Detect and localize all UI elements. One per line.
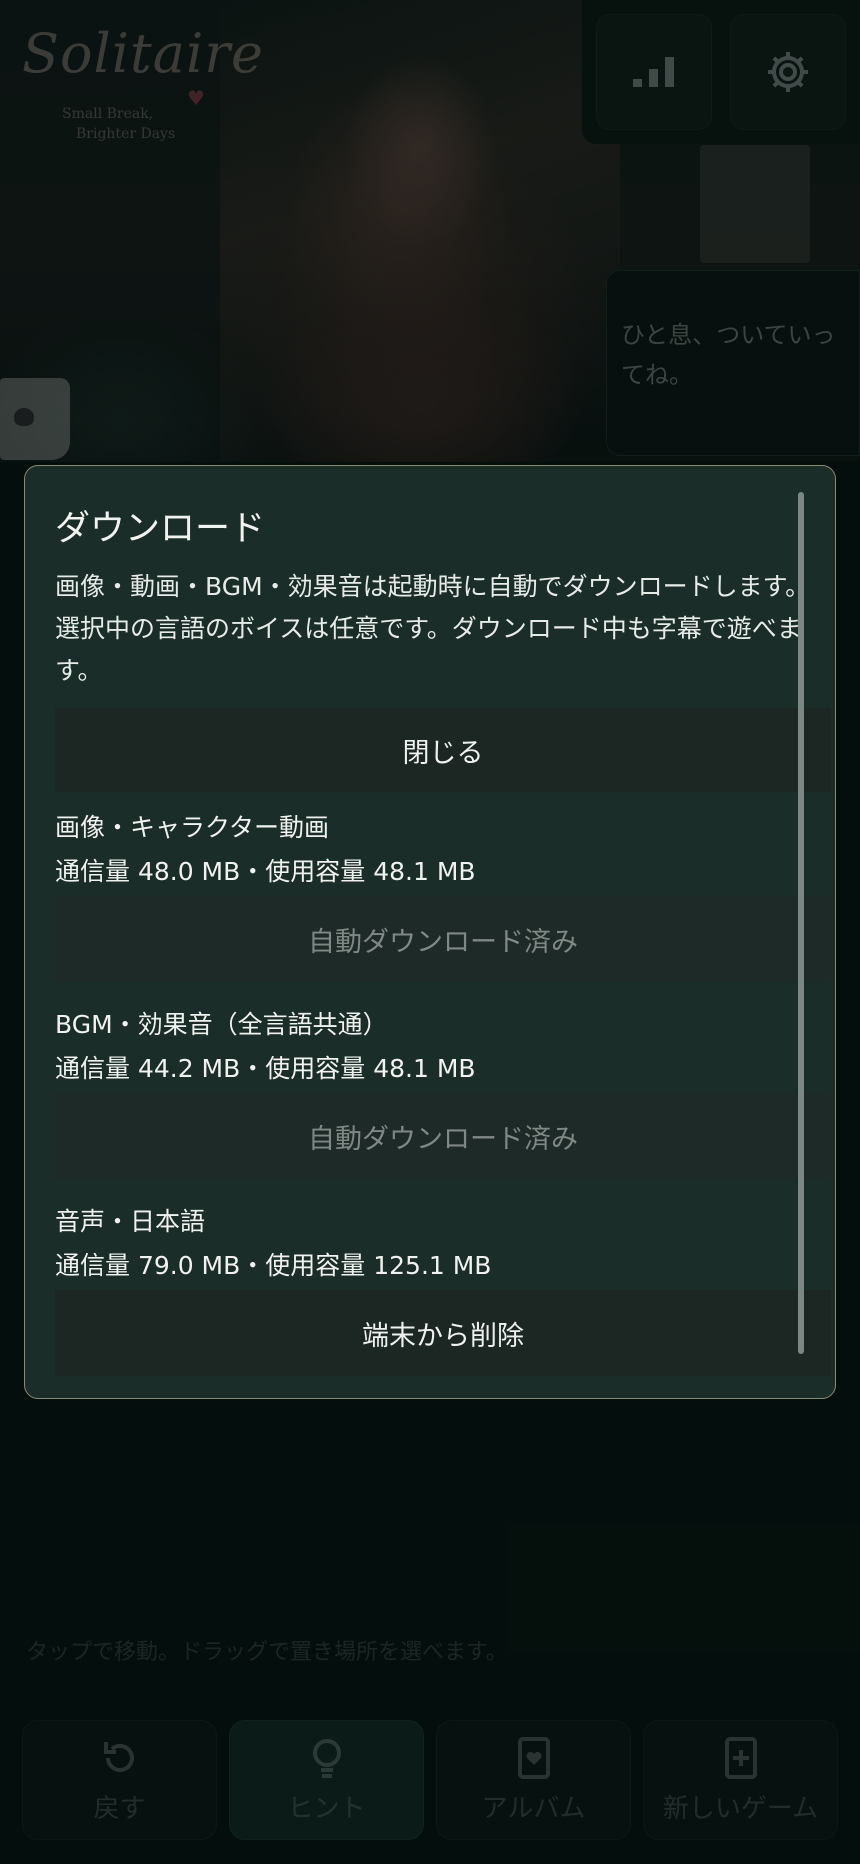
section-size-info: 通信量 79.0 MB・使用容量 125.1 MB bbox=[55, 1251, 492, 1280]
section-name: 画像・キャラクター動画 bbox=[55, 813, 330, 842]
download-section-images: 画像・キャラクター動画 通信量 48.0 MB・使用容量 48.1 MB 自動ダ… bbox=[55, 808, 831, 982]
download-section-bgm: BGM・効果音（全言語共通） 通信量 44.2 MB・使用容量 48.1 MB … bbox=[55, 1005, 831, 1179]
section-size-info: 通信量 44.2 MB・使用容量 48.1 MB bbox=[55, 1054, 476, 1083]
section-size-info: 通信量 48.0 MB・使用容量 48.1 MB bbox=[55, 857, 476, 886]
dialog-title: ダウンロード bbox=[55, 509, 266, 549]
section-name: BGM・効果音（全言語共通） bbox=[55, 1010, 388, 1039]
delete-from-device-button[interactable]: 端末から削除 bbox=[55, 1290, 831, 1376]
download-section-voice: 音声・日本語 通信量 79.0 MB・使用容量 125.1 MB 端末から削除 bbox=[55, 1202, 831, 1376]
section-name: 音声・日本語 bbox=[55, 1207, 206, 1236]
auto-downloaded-status: 自動ダウンロード済み bbox=[55, 1093, 831, 1179]
close-button[interactable]: 閉じる bbox=[55, 708, 831, 792]
auto-downloaded-status: 自動ダウンロード済み bbox=[55, 896, 831, 982]
download-dialog-content: ダウンロード 画像・動画・BGM・効果音は起動時に自動でダウンロードします。選択… bbox=[55, 466, 831, 1398]
dialog-scrollbar[interactable] bbox=[798, 492, 804, 1354]
dialog-description: 画像・動画・BGM・効果音は起動時に自動でダウンロードします。選択中の言語のボイ… bbox=[55, 572, 811, 685]
download-dialog: ダウンロード 画像・動画・BGM・効果音は起動時に自動でダウンロードします。選択… bbox=[24, 465, 836, 1399]
